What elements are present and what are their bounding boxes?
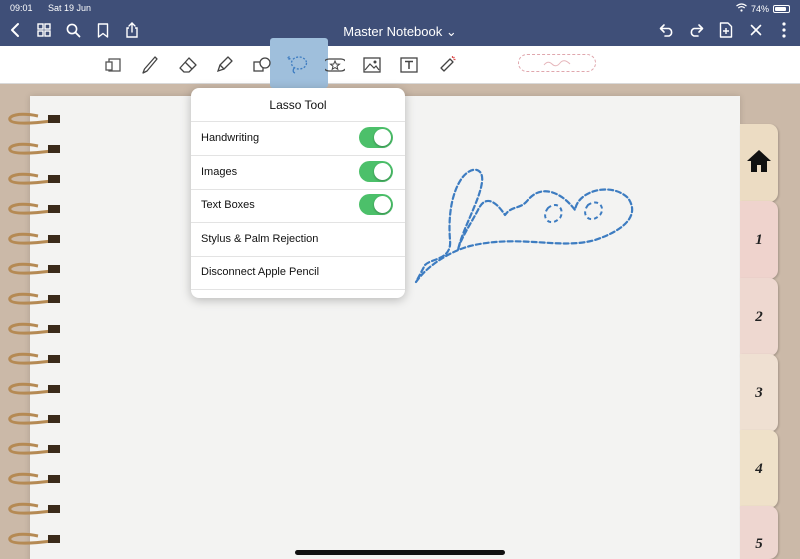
pen-icon[interactable] xyxy=(137,52,163,78)
more-icon[interactable] xyxy=(774,20,794,40)
option-disconnect-apple-pencil[interactable]: Disconnect Apple Pencil xyxy=(191,256,405,289)
add-page-icon[interactable] xyxy=(716,20,736,40)
color-preset-placeholder[interactable] xyxy=(518,54,596,72)
tab-section-2[interactable]: 2 xyxy=(740,278,778,356)
laser-pointer-icon[interactable] xyxy=(434,52,460,78)
home-icon xyxy=(745,148,773,179)
popover-title: Lasso Tool xyxy=(269,98,327,112)
notebook-title[interactable]: Master Notebook ⌄ xyxy=(0,24,800,40)
lasso-tool-popover: Lasso Tool Handwriting Images Text Boxes… xyxy=(191,88,405,298)
binding-ring xyxy=(8,322,60,335)
binding-ring xyxy=(8,352,60,365)
binding-ring xyxy=(8,172,60,185)
binding-ring xyxy=(8,202,60,215)
battery-percent: 74% xyxy=(750,3,769,14)
binding-ring xyxy=(8,502,60,515)
status-date: Sat 19 Jun xyxy=(48,3,92,13)
tab-label: 2 xyxy=(755,308,763,325)
text-box-icon[interactable] xyxy=(396,52,422,78)
redo-icon[interactable] xyxy=(686,20,706,40)
binding-ring xyxy=(8,262,60,275)
option-label: Disconnect Apple Pencil xyxy=(201,266,320,278)
status-right: 74% xyxy=(736,3,790,14)
option-label: Images xyxy=(201,166,238,178)
option-text-boxes: Text Boxes xyxy=(191,189,405,222)
binding-ring xyxy=(8,382,60,395)
binding-ring xyxy=(8,472,60,485)
status-time: 09:01 xyxy=(10,3,33,13)
option-label: Stylus & Palm Rejection xyxy=(201,233,319,245)
tab-label: 4 xyxy=(755,460,763,477)
option-handwriting: Handwriting xyxy=(191,122,405,155)
option-images: Images xyxy=(191,156,405,189)
image-icon[interactable] xyxy=(359,52,385,78)
handwriting-toggle[interactable] xyxy=(359,127,393,148)
tab-home[interactable] xyxy=(740,124,778,202)
tab-section-4[interactable]: 4 xyxy=(740,430,778,508)
battery-icon xyxy=(773,4,790,13)
tab-label: 1 xyxy=(755,231,763,248)
reader-mode-icon[interactable] xyxy=(100,52,126,78)
close-icon[interactable] xyxy=(746,20,766,40)
shapes-icon[interactable] xyxy=(249,52,275,78)
binding-ring xyxy=(8,292,60,305)
images-toggle[interactable] xyxy=(359,161,393,182)
tab-label: 5 xyxy=(755,536,763,552)
binding-ring xyxy=(8,232,60,245)
binding-ring xyxy=(8,532,60,545)
tab-section-1[interactable]: 1 xyxy=(740,201,778,279)
binding-ring xyxy=(8,412,60,425)
binding-ring xyxy=(8,142,60,155)
eraser-icon[interactable] xyxy=(175,52,201,78)
top-bar: 09:01 Sat 19 Jun 74% Master Notebook ⌄ xyxy=(0,0,800,46)
tab-section-5[interactable]: 5 xyxy=(740,506,778,559)
wifi-icon xyxy=(736,3,747,14)
divider xyxy=(191,289,405,290)
binding-ring xyxy=(8,112,60,125)
status-bar: 09:01 Sat 19 Jun 74% xyxy=(10,3,790,15)
tab-label: 3 xyxy=(755,384,763,401)
home-indicator xyxy=(295,550,505,555)
option-stylus-palm-rejection[interactable]: Stylus & Palm Rejection xyxy=(191,223,405,256)
tab-section-3[interactable]: 3 xyxy=(740,354,778,432)
option-label: Text Boxes xyxy=(201,199,255,211)
nav-bar: Master Notebook ⌄ xyxy=(0,18,800,44)
option-label: Handwriting xyxy=(201,132,260,144)
highlighter-icon[interactable] xyxy=(212,52,238,78)
undo-icon[interactable] xyxy=(657,20,677,40)
lasso-icon[interactable] xyxy=(285,52,311,78)
text-boxes-toggle[interactable] xyxy=(359,194,393,215)
binding-ring xyxy=(8,442,60,455)
sticker-icon[interactable] xyxy=(322,52,348,78)
